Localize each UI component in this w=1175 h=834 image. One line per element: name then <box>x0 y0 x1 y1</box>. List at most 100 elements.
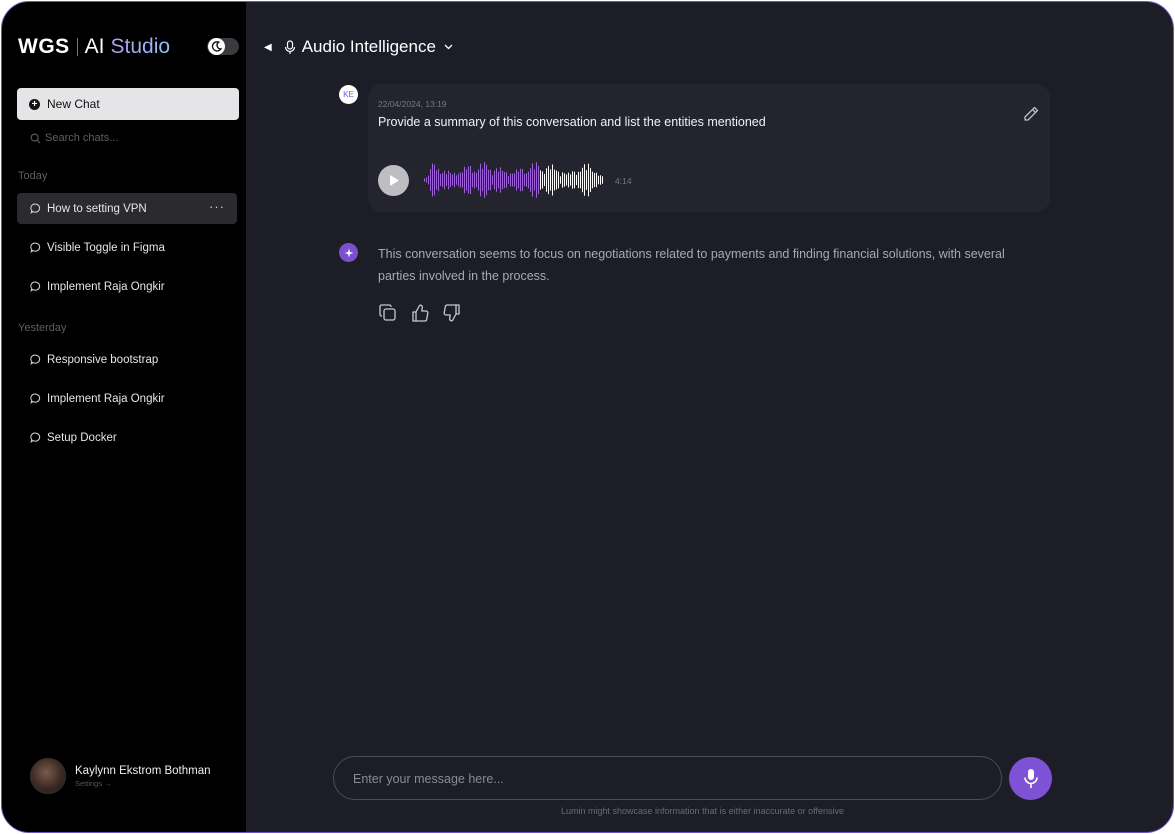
waveform-bar <box>590 168 591 192</box>
waveform-bar <box>460 172 461 188</box>
thumbs-up-icon[interactable] <box>410 303 430 323</box>
thumbs-down-icon[interactable] <box>442 303 462 323</box>
search-icon <box>30 133 41 143</box>
waveform-bar <box>520 168 521 192</box>
waveform-bar <box>530 168 531 192</box>
waveform-bar <box>488 169 489 191</box>
chat-bubble-icon <box>30 203 41 214</box>
waveform-bar <box>472 172 473 188</box>
waveform-bar <box>474 171 475 189</box>
waveform-bar <box>502 170 503 190</box>
sidebar-item-label: Visible Toggle in Figma <box>47 241 165 254</box>
waveform-bar <box>480 163 481 197</box>
waveform-bar <box>496 168 497 192</box>
collapse-sidebar-icon[interactable]: ◀ <box>264 42 272 53</box>
copy-icon[interactable] <box>378 303 398 323</box>
waveform-bar <box>504 172 505 188</box>
play-icon <box>389 175 399 186</box>
waveform-bar <box>550 169 551 191</box>
sidebar-item-implement-raja-ongkir-2[interactable]: Implement Raja Ongkir <box>17 383 237 414</box>
avatar <box>30 758 66 794</box>
waveform-bar <box>542 171 543 189</box>
user-profile[interactable]: Kaylynn Ekstrom Bothman Settings → <box>30 758 211 794</box>
waveform-bar <box>438 168 439 192</box>
waveform-bar <box>470 166 471 194</box>
waveform-bar <box>548 165 549 195</box>
waveform-bar <box>426 177 427 183</box>
search-chats <box>30 132 225 144</box>
audio-waveform[interactable] <box>424 160 606 200</box>
waveform-bar <box>558 171 559 189</box>
waveform-bar <box>580 171 581 189</box>
waveform-bar <box>468 166 469 194</box>
waveform-bar <box>484 162 485 198</box>
waveform-bar <box>450 173 451 187</box>
waveform-bar <box>464 166 465 194</box>
sparkle-icon <box>344 248 353 257</box>
waveform-bar <box>514 173 515 187</box>
ai-message-text: This conversation seems to focus on nego… <box>378 247 1005 283</box>
header: ◀ Audio Intelligence <box>264 36 453 58</box>
theme-toggle[interactable] <box>207 38 239 55</box>
brand-ai: AI <box>84 35 105 58</box>
waveform-bar <box>476 172 477 188</box>
sidebar-item-label: Implement Raja Ongkir <box>47 392 165 405</box>
waveform-bar <box>506 172 507 188</box>
waveform-bar <box>428 175 429 185</box>
waveform-bar <box>566 174 567 186</box>
waveform-bar <box>448 170 449 190</box>
page-title[interactable]: Audio Intelligence <box>302 37 436 57</box>
sidebar-item-responsive-bootstrap[interactable]: Responsive bootstrap <box>17 344 237 375</box>
waveform-bar <box>444 170 445 190</box>
waveform-bar <box>540 170 541 190</box>
waveform-bar <box>462 172 463 188</box>
more-options-icon[interactable]: ··· <box>209 199 225 214</box>
waveform-bar <box>454 172 455 188</box>
plus-icon: + <box>29 98 40 110</box>
waveform-bar <box>500 167 501 193</box>
pencil-icon[interactable] <box>1022 105 1040 123</box>
sidebar: WGS AI Studio + New Chat Today <box>2 2 246 832</box>
waveform-bar <box>494 170 495 190</box>
voice-input-button[interactable] <box>1009 757 1052 800</box>
waveform-bar <box>528 171 529 189</box>
waveform-bar <box>600 175 601 185</box>
waveform-bar <box>568 172 569 188</box>
sidebar-item-implement-raja-ongkir[interactable]: Implement Raja Ongkir <box>17 271 237 302</box>
profile-name: Kaylynn Ekstrom Bothman <box>75 764 211 777</box>
sidebar-item-label: Implement Raja Ongkir <box>47 280 165 293</box>
settings-link[interactable]: Settings → <box>75 779 211 788</box>
waveform-bar <box>510 173 511 187</box>
sidebar-item-label: Responsive bootstrap <box>47 353 159 366</box>
waveform-bar <box>546 168 547 192</box>
new-chat-button[interactable]: + New Chat <box>17 88 239 120</box>
waveform-bar <box>544 173 545 187</box>
waveform-bar <box>432 163 433 197</box>
waveform-bar <box>458 173 459 187</box>
waveform-bar <box>442 173 443 187</box>
play-button[interactable] <box>378 165 409 196</box>
sidebar-item-label: Setup Docker <box>47 431 117 444</box>
moon-icon <box>211 41 222 52</box>
waveform-bar <box>456 175 457 185</box>
waveform-bar <box>516 169 517 191</box>
sidebar-item-setup-docker[interactable]: Setup Docker <box>17 422 237 453</box>
waveform-bar <box>596 172 597 188</box>
user-avatar-badge: KE <box>339 85 358 104</box>
microphone-icon <box>1023 769 1038 788</box>
search-input[interactable] <box>45 132 225 144</box>
waveform-bar <box>436 170 437 190</box>
sidebar-item-visible-toggle-in-figma[interactable]: Visible Toggle in Figma <box>17 232 237 263</box>
chat-bubble-icon <box>30 393 41 404</box>
sidebar-item-how-to-setting-vpn[interactable]: How to setting VPN ··· <box>17 193 237 224</box>
waveform-bar <box>572 171 573 189</box>
chevron-down-icon[interactable] <box>444 44 453 50</box>
waveform-bar <box>538 165 539 195</box>
waveform-bar <box>576 174 577 186</box>
waveform-bar <box>526 173 527 187</box>
chat-bubble-icon <box>30 354 41 365</box>
message-input[interactable] <box>353 769 973 789</box>
profile-text: Kaylynn Ekstrom Bothman Settings → <box>75 765 211 788</box>
waveform-bar <box>552 164 553 196</box>
message-text: Provide a summary of this conversation a… <box>378 115 766 129</box>
